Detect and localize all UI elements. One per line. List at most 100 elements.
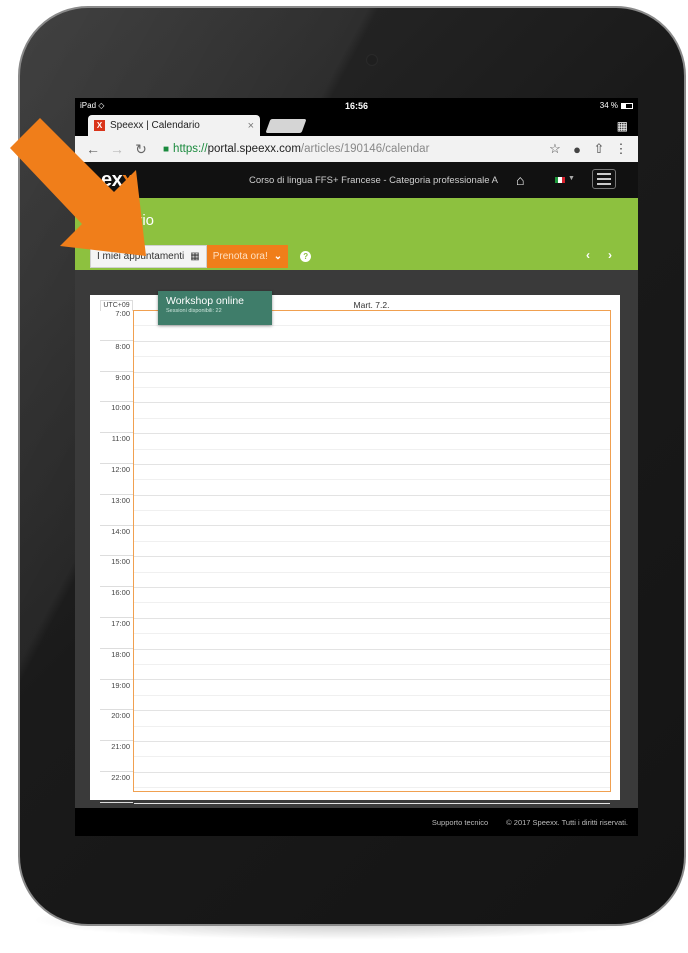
- speexx-favicon-icon: X: [94, 120, 105, 131]
- course-name[interactable]: Corso di lingua FFS+ Francese - Categori…: [249, 175, 498, 186]
- time-label: 11:00: [111, 434, 130, 444]
- browser-tab-bar: X Speexx | Calendario × ▦: [75, 113, 638, 136]
- time-slot: 9:00: [100, 372, 133, 403]
- time-label: 17:00: [111, 618, 130, 628]
- grid-line: [134, 711, 610, 727]
- time-slot: 16:00: [100, 587, 133, 618]
- grid-line: [134, 650, 610, 665]
- camera-icon: [366, 54, 378, 66]
- url-host: portal.speexx.com: [207, 143, 301, 155]
- time-slot: 8:00: [100, 341, 133, 372]
- grid-line: [134, 357, 610, 373]
- grid-line: [134, 773, 610, 789]
- forward-arrow-icon[interactable]: →: [105, 141, 129, 157]
- time-label: 19:00: [111, 680, 130, 690]
- date-navigation: ‹ ›: [586, 248, 612, 262]
- grid-line: [134, 342, 610, 358]
- time-slot: 15:00: [100, 556, 133, 588]
- calendar-grid: 7:00 8:00 9:00 10:00 11:00 12:00 13:00 14:00 15:…: [100, 309, 611, 804]
- grid-line: [134, 419, 610, 435]
- time-slot: 7:00: [100, 309, 133, 341]
- time-slot: 17:00: [100, 618, 133, 649]
- speexx-logo[interactable]: exx: [101, 169, 133, 192]
- home-icon[interactable]: ⌂: [516, 172, 524, 188]
- share-icon[interactable]: ⇧: [588, 141, 610, 157]
- time-slot: 21:00: [100, 741, 133, 772]
- my-appointments-button[interactable]: I miei appuntamenti ▦: [90, 244, 207, 268]
- tab-close-icon[interactable]: ×: [248, 120, 254, 132]
- hamburger-menu-icon[interactable]: [592, 169, 616, 189]
- time-label: 9:00: [115, 372, 130, 382]
- grid-line: [134, 403, 610, 419]
- calendar-icon: ▦: [190, 250, 200, 262]
- grid-line: [134, 526, 610, 542]
- grid-line: [134, 450, 610, 465]
- time-label: 10:00: [111, 403, 130, 413]
- time-slot: 10:00: [100, 402, 133, 434]
- page-title: ario: [129, 211, 155, 229]
- stage: iPad ◇ 16:56 34 % X Speexx | Calendario …: [0, 0, 688, 953]
- time-label: 22:00: [111, 772, 130, 782]
- bookmark-star-icon[interactable]: ☆: [544, 141, 566, 157]
- book-now-button[interactable]: Prenota ora! ⌄: [206, 244, 289, 268]
- grid-line: [134, 603, 610, 619]
- grid-line: [134, 326, 610, 342]
- grid-line: [134, 742, 610, 758]
- day-column[interactable]: [133, 310, 611, 804]
- previous-week-icon[interactable]: ‹: [586, 248, 590, 262]
- new-tab-button[interactable]: [265, 119, 307, 133]
- grid-line: [134, 665, 610, 681]
- grid-line: [134, 388, 610, 404]
- grid-line: [134, 588, 610, 604]
- time-slot: 22:00: [100, 772, 133, 803]
- browser-tab[interactable]: X Speexx | Calendario ×: [88, 115, 260, 136]
- my-appointments-label: I miei appuntamenti: [97, 250, 185, 262]
- grid-line: [134, 373, 610, 388]
- time-label: 20:00: [111, 711, 130, 721]
- grid-line: [134, 757, 610, 773]
- support-link[interactable]: Supporto tecnico: [432, 818, 488, 827]
- time-slot: 13:00: [100, 495, 133, 526]
- url-scheme: https://: [173, 143, 208, 155]
- sessions-available: Sessioni disponibili: 22: [166, 308, 222, 314]
- url-field[interactable]: https://portal.speexx.com/articles/19014…: [173, 143, 544, 155]
- calendar-toolbar: I miei appuntamenti ▦ Prenota ora! ⌄ ? ‹…: [75, 242, 638, 270]
- time-label: 8:00: [115, 341, 130, 351]
- grid-line: [134, 727, 610, 742]
- reload-icon[interactable]: ↻: [129, 141, 153, 158]
- tab-title: Speexx | Calendario: [110, 120, 200, 131]
- language-caret-icon[interactable]: ▼: [568, 175, 575, 182]
- address-bar: ← → ↻ ■ https://portal.speexx.com/articl…: [75, 136, 638, 162]
- site-footer: Supporto tecnico © 2017 Speexx. Tutti i …: [75, 808, 638, 836]
- help-icon[interactable]: ?: [300, 250, 312, 262]
- time-label: 18:00: [111, 649, 130, 659]
- time-label: 7:00: [115, 309, 130, 318]
- grid-line: [134, 788, 610, 804]
- microphone-icon[interactable]: ●: [566, 142, 588, 157]
- book-now-label: Prenota ora!: [212, 250, 268, 262]
- time-label: 13:00: [111, 495, 130, 505]
- next-week-icon[interactable]: ›: [608, 248, 612, 262]
- site-header: exx Corso di lingua FFS+ Francese - Cate…: [75, 162, 638, 198]
- grid-line: [134, 696, 610, 712]
- time-slot: 20:00: [100, 710, 133, 742]
- grid-line: [134, 434, 610, 450]
- workshop-title: Workshop online: [166, 295, 245, 307]
- calendar-wrapper: UTC+09 Mart. 7.2. 7:00 8:00 9:00 10:00 11:00…: [75, 291, 638, 808]
- page-title-bar: ario: [75, 198, 638, 242]
- time-slot: 14:00: [100, 526, 133, 557]
- more-menu-icon[interactable]: ⋮: [610, 141, 632, 157]
- workshop-online-option[interactable]: Workshop online Sessioni disponibili: 22: [158, 291, 272, 325]
- grid-line: [134, 542, 610, 558]
- battery-icon: [621, 102, 633, 109]
- tab-switcher-icon[interactable]: ▦: [617, 119, 628, 133]
- time-slot: 11:00: [100, 433, 133, 464]
- italian-flag-icon[interactable]: [555, 177, 565, 183]
- time-slot: 19:00: [100, 680, 133, 711]
- time-label: 16:00: [111, 588, 130, 598]
- grid-line: [134, 511, 610, 527]
- time-label: 21:00: [111, 742, 130, 752]
- screen: iPad ◇ 16:56 34 % X Speexx | Calendario …: [75, 98, 638, 836]
- lock-icon: ■: [163, 143, 170, 155]
- back-arrow-icon[interactable]: ←: [81, 141, 105, 157]
